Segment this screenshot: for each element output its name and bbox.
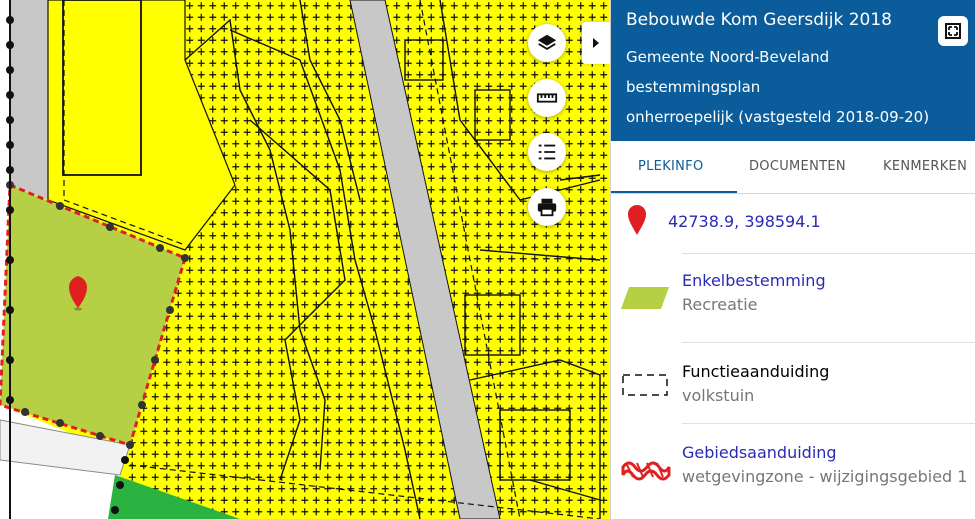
legend-list-icon: [538, 144, 556, 160]
item-subtitle: volkstuin: [682, 386, 755, 405]
ruler-icon: [536, 93, 558, 103]
legend-button[interactable]: [528, 133, 566, 171]
plan-type-label: bestemmingsplan: [626, 78, 761, 96]
active-tab-indicator: [611, 191, 737, 193]
chevron-right-icon: [593, 38, 599, 48]
location-coordinates[interactable]: 42738.9, 398594.1: [668, 212, 821, 231]
municipality-label: Gemeente Noord-Beveland: [626, 48, 830, 66]
map-canvas[interactable]: [0, 0, 610, 519]
item-title[interactable]: Gebiedsaanduiding: [682, 443, 837, 462]
divider: [682, 253, 975, 254]
tab-kenmerken[interactable]: KENMERKEN: [883, 159, 967, 174]
hatched-zone-icon: [621, 461, 671, 481]
residential-cross-area: [120, 0, 610, 519]
tab-plekinfo[interactable]: PLEKINFO: [638, 159, 704, 174]
divider: [682, 423, 975, 424]
map-svg[interactable]: [0, 0, 610, 519]
panel-header: Bebouwde Kom Geersdijk 2018 Gemeente Noo…: [611, 0, 975, 141]
measure-button[interactable]: [528, 79, 566, 117]
item-subtitle: wetgevingzone - wijzigingsgebied 1: [682, 467, 968, 486]
divider: [682, 342, 975, 343]
panel-tabs: PLEKINFO DOCUMENTEN KENMERKEN: [611, 141, 975, 194]
road-left: [10, 0, 48, 200]
layers-button[interactable]: [528, 24, 566, 62]
item-title: Functieaanduiding: [682, 362, 830, 381]
recreatie-swatch-icon: [621, 287, 669, 309]
plan-status-label: onherroepelijk (vastgesteld 2018-09-20): [626, 108, 930, 126]
item-subtitle: Recreatie: [682, 295, 758, 314]
location-pin-icon: [628, 205, 646, 235]
info-panel: Bebouwde Kom Geersdijk 2018 Gemeente Noo…: [610, 0, 975, 519]
plan-title: Bebouwde Kom Geersdijk 2018: [626, 10, 892, 30]
layers-icon: [537, 34, 557, 51]
expand-button[interactable]: [938, 16, 968, 46]
panel-collapse-button[interactable]: [582, 22, 610, 64]
expand-icon: [945, 23, 961, 39]
print-icon: [537, 198, 557, 217]
dashed-box-icon: [622, 374, 668, 396]
tab-documenten[interactable]: DOCUMENTEN: [749, 159, 846, 174]
item-title[interactable]: Enkelbestemming: [682, 271, 826, 290]
volkstuin-inner-rect: [62, 0, 142, 176]
print-button[interactable]: [528, 188, 566, 226]
